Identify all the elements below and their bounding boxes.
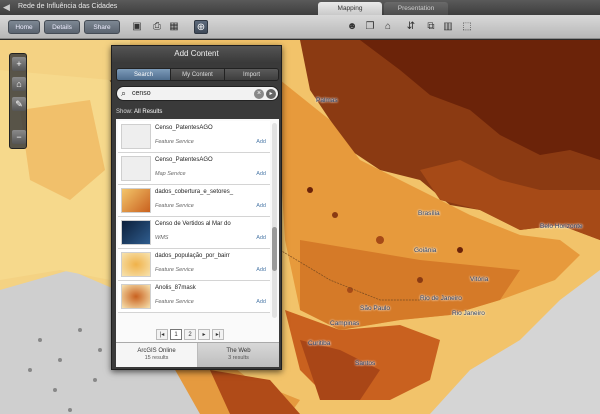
thumbnail bbox=[121, 188, 151, 213]
city-label: Brasília bbox=[418, 210, 440, 217]
print-icon[interactable]: ⎙ bbox=[150, 20, 164, 34]
content-source-segments: Search My Content Import bbox=[116, 68, 279, 81]
city-label: Campinas bbox=[330, 320, 360, 327]
city-label: Palmas bbox=[316, 97, 338, 104]
add-content-panel: Add Content Search My Content Import ⌕ c… bbox=[111, 45, 282, 370]
map-canvas bbox=[0, 40, 600, 414]
save-icon[interactable]: ▣ bbox=[130, 20, 144, 34]
title-bar: ◀ Rede de Influência das Cidades Mapping… bbox=[0, 0, 600, 15]
city-label: Rio Janeiro bbox=[452, 310, 485, 317]
item-name: dados_cobertura_e_setores_ bbox=[155, 189, 234, 195]
add-link[interactable]: Add bbox=[256, 203, 266, 209]
thumbnail bbox=[121, 156, 151, 181]
item-name: Censo_PatentesAGO bbox=[155, 157, 213, 163]
item-type: Feature Service bbox=[155, 203, 194, 209]
page-1-button[interactable]: 1 bbox=[170, 329, 182, 340]
basemap-icon[interactable]: ▦ bbox=[167, 20, 181, 34]
layers-icon[interactable]: ❐ bbox=[363, 20, 377, 34]
source-count: 3 results bbox=[228, 355, 249, 361]
details-button[interactable]: Details bbox=[44, 20, 80, 34]
legend-icon[interactable]: ⧉ bbox=[424, 20, 438, 34]
table-icon[interactable]: ▥ bbox=[441, 20, 455, 34]
select-icon[interactable]: ⬚ bbox=[460, 20, 474, 34]
add-link[interactable]: Add bbox=[256, 139, 266, 145]
zoom-out-icon[interactable]: − bbox=[12, 130, 26, 144]
last-page-button[interactable]: ▸| bbox=[212, 329, 224, 340]
share-button[interactable]: Share bbox=[84, 20, 120, 34]
next-page-button[interactable]: ▸ bbox=[198, 329, 210, 340]
item-name: Anolis_87mask bbox=[155, 285, 196, 291]
tab-arcgis-online[interactable]: ArcGIS Online 15 results bbox=[116, 343, 198, 367]
app-title: Rede de Influência das Cidades bbox=[18, 3, 118, 10]
mode-tabs: Mapping Presentation bbox=[318, 2, 450, 15]
add-link[interactable]: Add bbox=[256, 299, 266, 305]
source-tabs: ArcGIS Online 15 results The Web 3 resul… bbox=[116, 342, 279, 367]
tab-mapping[interactable]: Mapping bbox=[318, 2, 382, 15]
add-link[interactable]: Add bbox=[256, 171, 266, 177]
home-extent-icon[interactable]: ⌂ bbox=[12, 77, 26, 91]
show-value: All Results bbox=[134, 109, 163, 115]
add-content-icon[interactable]: ⊕ bbox=[194, 20, 208, 34]
map-view[interactable]: Palmas Brasília Goiânia Belo Horizonte V… bbox=[0, 40, 600, 414]
panel-title: Add Content bbox=[112, 46, 281, 62]
results-list: Censo_PatentesAGO Feature Service Add Ce… bbox=[116, 119, 279, 367]
results-scrollbar[interactable] bbox=[272, 123, 277, 318]
list-item[interactable]: Censo_PatentesAGO Map Service Add bbox=[118, 153, 270, 185]
zoom-in-icon[interactable]: + bbox=[12, 57, 26, 71]
search-input[interactable]: ⌕ censo × ▸ bbox=[116, 86, 279, 101]
source-label: The Web bbox=[226, 348, 251, 354]
item-name: dados_população_por_bairr bbox=[155, 253, 230, 259]
map-nav-control: + ⌂ ✎ − bbox=[9, 53, 27, 149]
add-link[interactable]: Add bbox=[256, 267, 266, 273]
city-label: Rio de Janeiro bbox=[420, 295, 462, 302]
city-label: Goiânia bbox=[414, 247, 437, 254]
source-count: 15 results bbox=[144, 355, 169, 361]
list-item[interactable]: dados_população_por_bairr Feature Servic… bbox=[118, 249, 270, 281]
city-label: Vitória bbox=[470, 276, 489, 283]
list-item[interactable]: Censo de Vertidos al Mar do WMS Add bbox=[118, 217, 270, 249]
home-button[interactable]: Home bbox=[8, 20, 40, 34]
people-icon[interactable]: ☻ bbox=[345, 20, 359, 34]
thumbnail bbox=[121, 284, 151, 309]
measure-icon[interactable]: ⇵ bbox=[404, 20, 418, 34]
thumbnail bbox=[121, 124, 151, 149]
item-name: Censo_PatentesAGO bbox=[155, 125, 213, 131]
segment-search[interactable]: Search bbox=[117, 69, 171, 80]
tab-presentation[interactable]: Presentation bbox=[384, 2, 448, 15]
segment-my-content[interactable]: My Content bbox=[171, 69, 225, 80]
city-label: Belo Horizonte bbox=[540, 223, 583, 230]
main-toolbar: Home Details Share ▣ ⎙ ▦ ⊕ ☻ ❐ ⌂ ⇵ ⧉ ▥ ⬚ bbox=[0, 15, 600, 39]
bookmark-icon[interactable]: ⌂ bbox=[381, 20, 395, 34]
go-icon[interactable]: ▸ bbox=[266, 89, 276, 99]
pager: |◂ 1 2 ▸ ▸| bbox=[156, 329, 226, 341]
segment-import[interactable]: Import bbox=[225, 69, 278, 80]
list-item[interactable]: dados_cobertura_e_setores_ Feature Servi… bbox=[118, 185, 270, 217]
show-filter[interactable]: Show: All Results bbox=[116, 107, 279, 118]
item-type: Feature Service bbox=[155, 267, 194, 273]
first-page-button[interactable]: |◂ bbox=[156, 329, 168, 340]
item-type: Feature Service bbox=[155, 139, 194, 145]
page-2-button[interactable]: 2 bbox=[184, 329, 196, 340]
add-link[interactable]: Add bbox=[256, 235, 266, 241]
list-item[interactable]: Anolis_87mask Feature Service Add bbox=[118, 281, 270, 313]
thumbnail bbox=[121, 252, 151, 277]
item-type: WMS bbox=[155, 235, 169, 241]
search-icon: ⌕ bbox=[121, 88, 127, 98]
source-label: ArcGIS Online bbox=[137, 348, 176, 354]
thumbnail bbox=[121, 220, 151, 245]
locate-icon[interactable]: ✎ bbox=[12, 97, 26, 111]
clear-icon[interactable]: × bbox=[254, 89, 264, 99]
item-type: Feature Service bbox=[155, 299, 194, 305]
show-label: Show: bbox=[116, 109, 133, 115]
item-name: Censo de Vertidos al Mar do bbox=[155, 221, 231, 227]
back-arrow-icon[interactable]: ◀ bbox=[3, 2, 14, 13]
city-label: São Paulo bbox=[360, 305, 390, 312]
list-item[interactable]: Censo_PatentesAGO Feature Service Add bbox=[118, 121, 270, 153]
search-value: censo bbox=[132, 90, 151, 97]
city-label: Curitiba bbox=[308, 340, 331, 347]
scrollbar-thumb[interactable] bbox=[272, 227, 277, 271]
tab-the-web[interactable]: The Web 3 results bbox=[198, 343, 279, 367]
city-label: Santos bbox=[355, 360, 376, 367]
item-type: Map Service bbox=[155, 171, 186, 177]
